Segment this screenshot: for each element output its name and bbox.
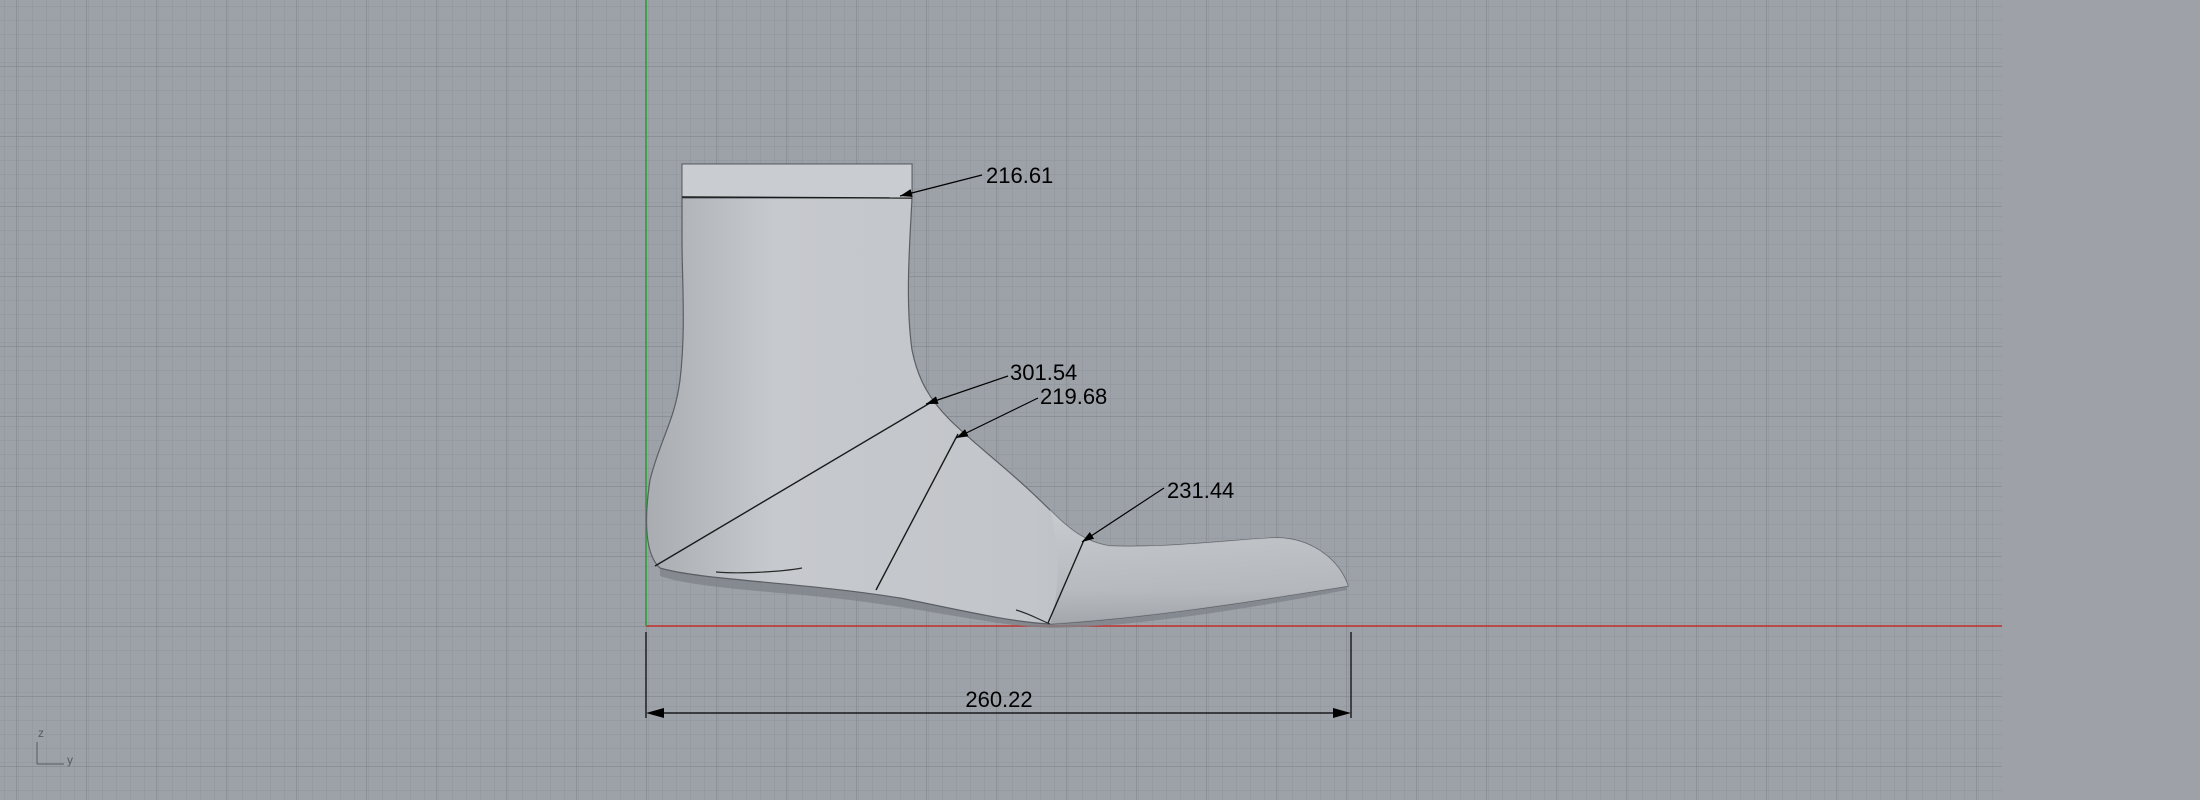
rhino-viewport[interactable]: 216.61 301.54 219.68 231.44 260.22 z y — [0, 0, 2200, 800]
axis-indicator-y-label: y — [67, 753, 73, 767]
viewport-canvas[interactable]: 216.61 301.54 219.68 231.44 260.22 z y — [0, 0, 2200, 800]
label-length[interactable]: 260.22 — [965, 687, 1032, 712]
label-heel-girth[interactable]: 301.54 — [1010, 360, 1077, 385]
axis-indicator-z-label: z — [38, 726, 44, 740]
label-ball-girth[interactable]: 231.44 — [1167, 478, 1234, 503]
label-instep-girth[interactable]: 219.68 — [1040, 384, 1107, 409]
viewport-side-panel — [2002, 0, 2200, 800]
collar-band — [681, 163, 913, 199]
construction-grid — [0, 0, 2002, 800]
label-top-girth[interactable]: 216.61 — [986, 163, 1053, 188]
top-girth-line — [681, 196, 913, 199]
